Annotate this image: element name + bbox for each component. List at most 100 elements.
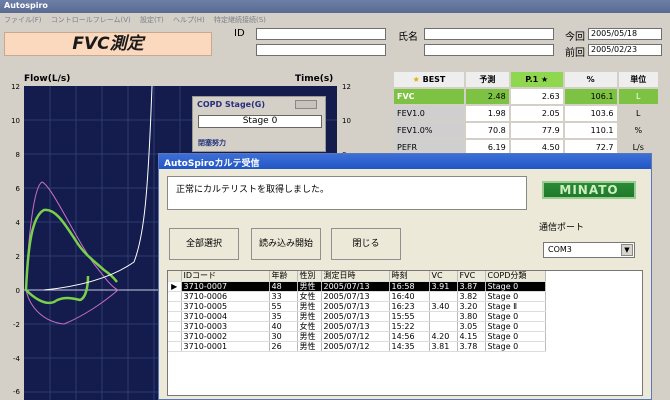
cell-fvc: 4.15 [457,331,486,342]
cell-time: 16:58 [389,281,430,292]
cell-sex: 男性 [297,341,322,352]
cell-time: 14:35 [389,341,430,352]
window-title: Autospiro [0,0,670,13]
cell-age: 26 [269,341,298,352]
cell-time: 15:55 [389,311,430,322]
table-row[interactable]: 3710-0002 30 男性 2005/07/12 14:56 4.20 4.… [168,331,546,342]
y-tick: 2 [15,253,20,261]
cell-copd: Stage 0 [485,281,546,292]
name-field[interactable] [424,28,554,40]
karte-receive-dialog: AutoSpiroカルテ受信 正常にカルテリストを取得しました。 MINATO … [158,153,652,400]
result-pct: 106.1 [564,89,617,104]
cell-vc: 3.40 [429,301,458,312]
cell-date: 2005/07/13 [321,311,390,322]
cell-date: 2005/07/13 [321,301,390,312]
graph-header: Flow(L/s) Time(s) [0,72,378,86]
table-row[interactable]: ▶ 3710-0007 48 男性 2005/07/13 16:58 3.91 … [168,281,546,292]
cell-sex: 男性 [297,281,322,292]
col-time[interactable]: 時刻 [389,271,430,282]
cell-time: 14:56 [389,331,430,342]
cell-fvc: 3.05 [457,321,486,332]
cell-age: 30 [269,331,298,342]
name-field-2[interactable] [424,44,554,56]
col-date[interactable]: 測定日時 [321,271,390,282]
result-row-fvc[interactable]: FVC 2.48 2.63 106.1 L [394,89,658,104]
close-button[interactable]: 閉じる [331,228,401,260]
col-copd[interactable]: COPD分類 [485,271,546,282]
table-row[interactable]: 3710-0003 40 女性 2005/07/13 15:22 3.05 St… [168,321,546,332]
result-unit: L [618,89,658,104]
copd-stage-button[interactable] [295,100,317,109]
result-unit: % [634,126,643,135]
best-header: ★ BEST [394,72,464,87]
col-fvc[interactable]: FVC [457,271,486,282]
y-tick: 10 [11,117,20,125]
minato-logo: MINATO [542,181,636,199]
menu-settings[interactable]: 設定(T) [140,16,164,24]
select-all-button[interactable]: 全部選択 [169,228,239,260]
result-name: FEV1.0 [394,106,464,121]
cell-copd: Stage 0 [485,331,546,342]
id-field-2[interactable] [256,44,386,56]
result-unit: L [636,109,641,118]
y-right-tick: 12 [342,83,351,91]
id-label: ID [234,28,245,39]
chevron-down-icon[interactable]: ▼ [621,244,633,256]
star-icon: ★ [540,75,549,84]
karte-list: IDコード 年齢 性別 測定日時 時刻 VC FVC COPD分類 ▶ 3710… [167,270,643,396]
copd-stage-panel: COPD Stage(G) Stage 0 閉塞努力 [192,96,326,152]
cell-fvc: 3.82 [457,291,486,302]
result-row-fev1pct[interactable]: FEV1.0% 70.8 77.9 110.1 % [394,123,658,138]
cell-id: 3710-0004 [181,311,270,322]
cell-age: 33 [269,291,298,302]
fvc-title: FVC測定 [4,32,212,56]
result-pct: 110.1 [564,123,617,138]
star-icon: ★ [412,75,420,84]
cell-sex: 男性 [297,301,322,312]
result-name: FVC [394,89,464,104]
p1-header[interactable]: P.1 ★ [510,72,563,87]
cell-copd: Stage 0 [485,291,546,302]
cell-copd: Stage 0 [485,311,546,322]
pred-header: 予測 [466,72,509,87]
cell-vc [429,291,458,302]
prev-label: 前回 [565,48,585,59]
port-select[interactable]: COM3 ▼ [543,242,635,258]
unit-header: 単位 [618,72,658,87]
cell-date: 2005/07/13 [321,291,390,302]
table-row[interactable]: 3710-0001 26 男性 2005/07/12 14:35 3.81 3.… [168,341,546,352]
col-sex[interactable]: 性別 [297,271,322,282]
y-tick: 6 [15,185,20,193]
menu-help[interactable]: ヘルプ(H) [173,16,205,24]
status-message: 正常にカルテリストを取得しました。 [167,176,527,210]
result-pred: 2.48 [466,89,509,104]
menu-connection[interactable]: 特定継続接続(S) [214,16,266,24]
result-row-fev1[interactable]: FEV1.0 1.98 2.05 103.6 L [394,106,658,121]
cell-time: 15:22 [389,321,430,332]
cell-copd: Stage 0 [485,341,546,352]
cell-vc [429,321,458,332]
dialog-title: AutoSpiroカルテ受信 [159,154,651,169]
result-p1: 77.9 [510,123,563,138]
col-vc[interactable]: VC [429,271,458,282]
col-age[interactable]: 年齢 [269,271,298,282]
cell-time: 16:40 [389,291,430,302]
id-field[interactable] [256,28,386,40]
cell-copd: Stage 0 [485,321,546,332]
y-tick: 4 [15,219,20,227]
menu-bar: ファイル(F) コントロールフレーム(V) 設定(T) ヘルプ(H) 特定継続接… [0,13,670,26]
cell-fvc: 3.80 [457,311,486,322]
start-reading-button[interactable]: 読み込み開始 [251,228,321,260]
table-row[interactable]: 3710-0005 55 男性 2005/07/13 16:23 3.40 3.… [168,301,546,312]
cell-time: 16:23 [389,301,430,312]
table-row[interactable]: 3710-0006 33 女性 2005/07/13 16:40 3.82 St… [168,291,546,302]
prev-date: 2005/02/23 [588,44,662,56]
cell-sex: 男性 [297,331,322,342]
predicted-curve [25,181,119,325]
menu-file[interactable]: ファイル(F) [4,16,42,24]
name-label: 氏名 [398,32,418,43]
cell-sex: 女性 [297,321,322,332]
table-row[interactable]: 3710-0004 35 男性 2005/07/13 15:55 3.80 St… [168,311,546,322]
menu-control-frame[interactable]: コントロールフレーム(V) [51,16,131,24]
col-id[interactable]: IDコード [181,271,270,282]
